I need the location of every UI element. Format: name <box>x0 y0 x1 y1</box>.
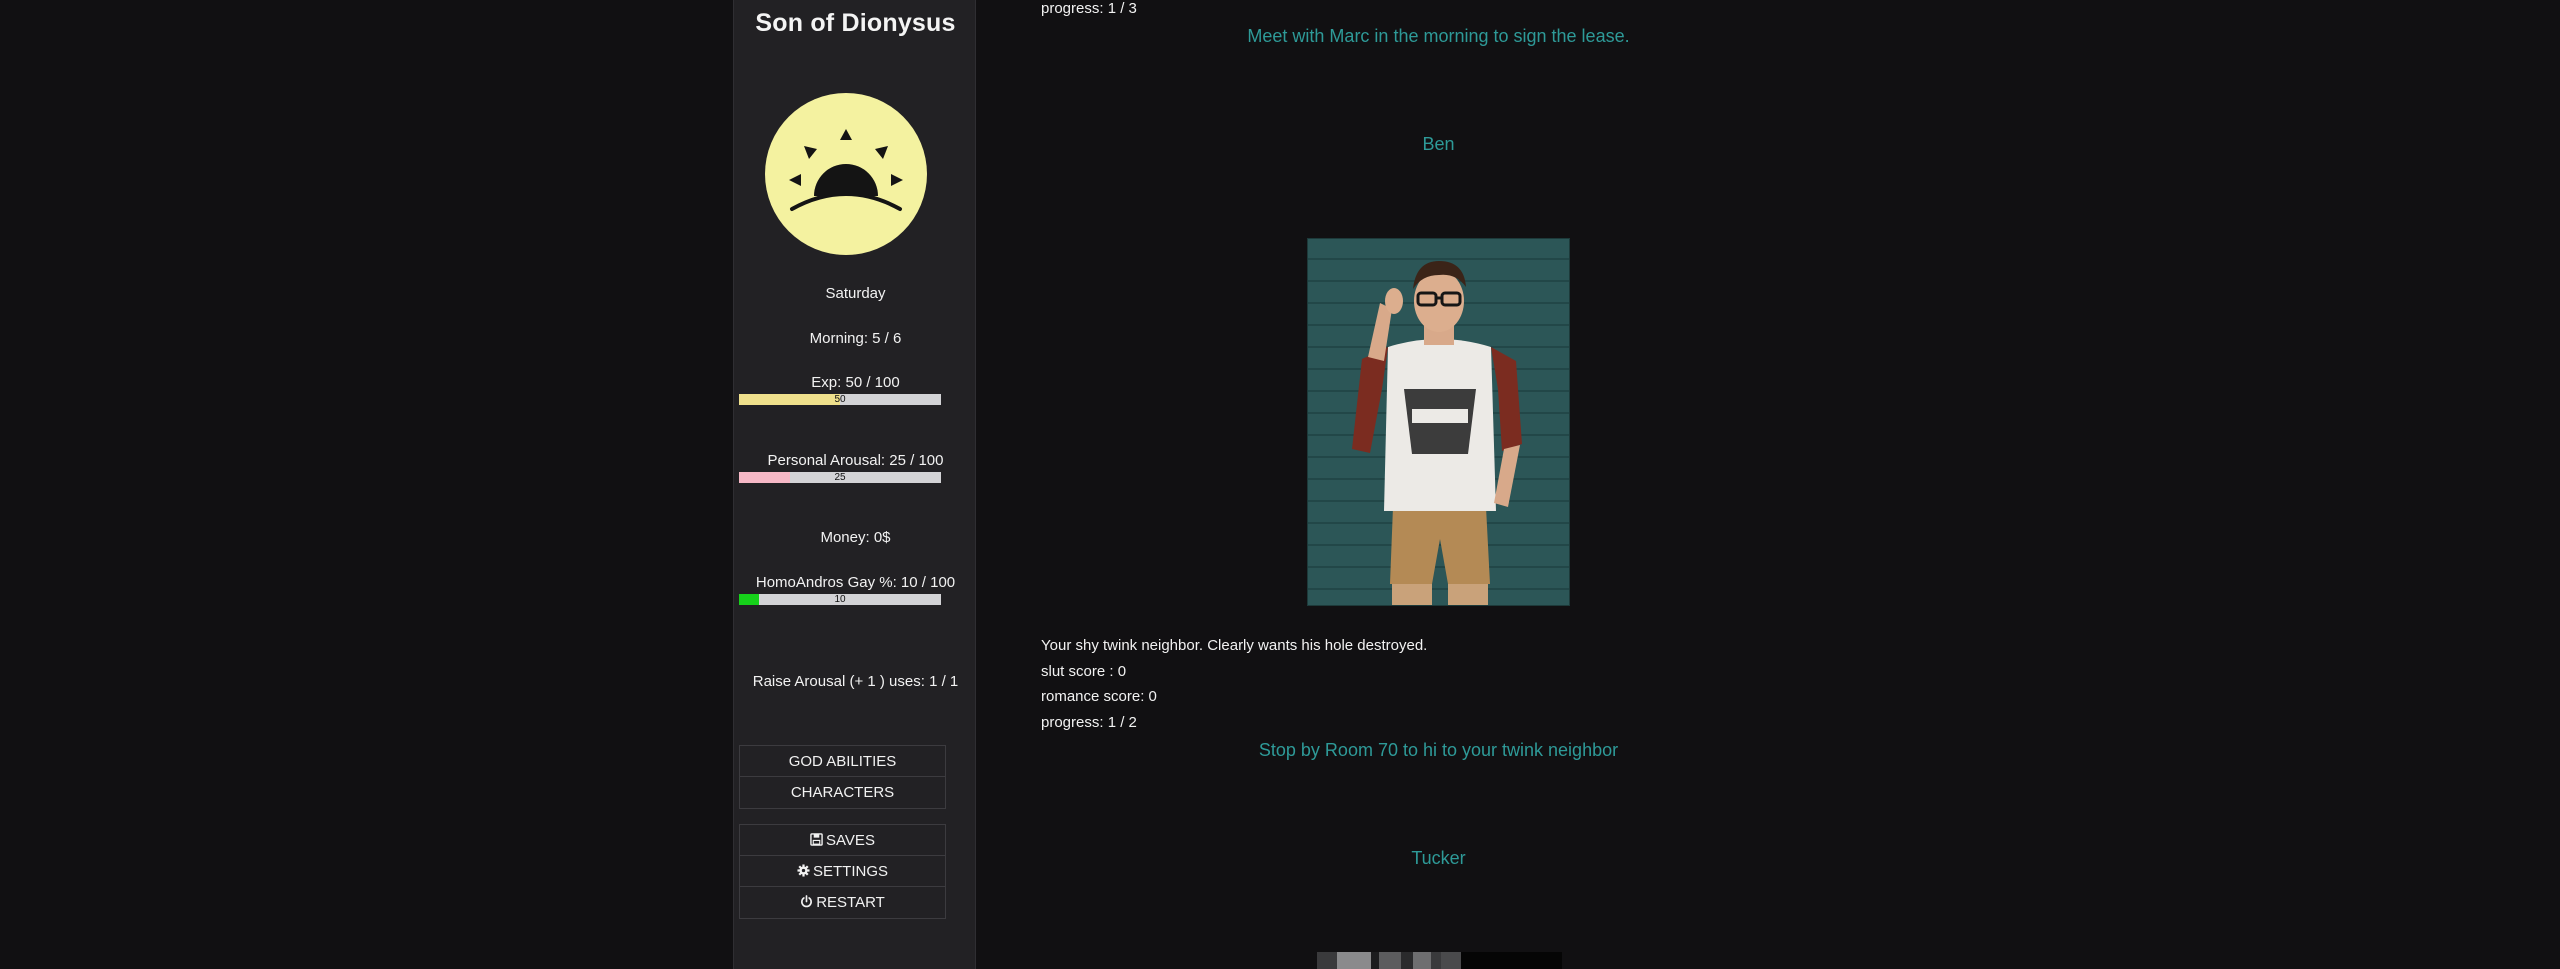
game-screen: Son of Dionysus Saturday Morning: 5 / 6 … <box>0 0 2560 969</box>
restart-button[interactable]: RESTART <box>740 887 945 918</box>
previous-progress: progress: 1 / 3 <box>1041 0 1137 17</box>
money-label: Money: 0$ <box>820 529 891 546</box>
system-menu: SAVES SETTINGS RESTART <box>739 824 946 919</box>
gay-percent-bar: 10 <box>739 594 941 605</box>
gay-percent-label: HomoAndros Gay %: 10 / 100 <box>755 574 956 591</box>
saves-button[interactable]: SAVES <box>740 825 945 856</box>
exp-bar: 50 <box>739 394 941 405</box>
ben-romance-score: romance score: 0 <box>1041 688 1157 705</box>
exp-label: Exp: 50 / 100 <box>811 374 900 391</box>
god-abilities-button[interactable]: GOD ABILITIES <box>740 746 945 777</box>
settings-button[interactable]: SETTINGS <box>740 856 945 887</box>
tucker-portrait <box>1317 952 1562 969</box>
game-menu: GOD ABILITIES CHARACTERS <box>739 745 946 809</box>
ben-description: Your shy twink neighbor. Clearly wants h… <box>1041 637 1428 654</box>
ben-slut-score: slut score : 0 <box>1041 663 1127 680</box>
restart-label: RESTART <box>816 894 885 911</box>
time-of-day-label: Morning: 5 / 6 <box>809 330 902 347</box>
arousal-label: Personal Arousal: 25 / 100 <box>767 452 944 469</box>
ben-task-link[interactable]: Stop by Room 70 to hi to your twink neig… <box>1041 740 1836 761</box>
character-name-ben: Ben <box>1422 134 1455 154</box>
settings-label: SETTINGS <box>812 863 888 880</box>
gay-percent-bar-value: 10 <box>834 594 846 605</box>
passage: progress: 1 / 3 Meet with Marc in the mo… <box>1041 0 1836 969</box>
power-icon <box>801 895 813 908</box>
raise-arousal-ability[interactable]: Raise Arousal (+ 1 ) uses: 1 / 1 <box>734 673 977 690</box>
gear-icon <box>797 864 810 877</box>
arousal-bar-value: 25 <box>834 472 846 483</box>
ben-progress: progress: 1 / 2 <box>1041 714 1137 731</box>
game-title: Son of Dionysus <box>755 9 956 37</box>
arousal-bar: 25 <box>739 472 941 483</box>
exp-bar-value: 50 <box>834 394 846 405</box>
marc-task-link[interactable]: Meet with Marc in the morning to sign th… <box>1041 26 1836 47</box>
floppy-disk-icon <box>810 833 823 846</box>
character-name-tucker: Tucker <box>1411 848 1466 868</box>
saves-label: SAVES <box>826 832 875 849</box>
day-label: Saturday <box>825 285 886 302</box>
sidebar: Son of Dionysus Saturday Morning: 5 / 6 … <box>733 0 976 969</box>
sunset-sun-icon <box>765 93 927 255</box>
ben-portrait <box>1307 238 1570 606</box>
characters-button[interactable]: CHARACTERS <box>740 777 945 808</box>
